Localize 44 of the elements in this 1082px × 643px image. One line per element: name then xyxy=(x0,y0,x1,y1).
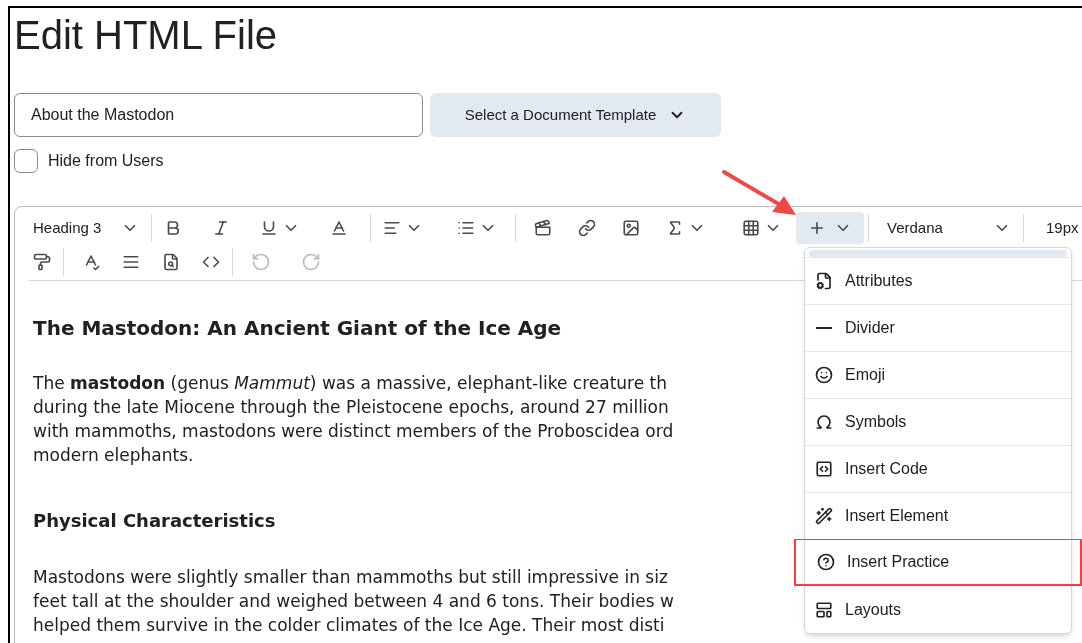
menu-item[interactable]: Symbols xyxy=(805,398,1071,445)
link-icon xyxy=(578,219,596,237)
menu-item[interactable]: Insert Practice xyxy=(794,539,1082,586)
file-search-icon xyxy=(162,253,180,271)
image-icon xyxy=(622,219,640,237)
question-icon xyxy=(817,553,835,571)
smiley-icon xyxy=(815,366,833,384)
align-left-icon xyxy=(383,219,401,237)
list-icon xyxy=(457,219,475,237)
table-icon xyxy=(742,219,760,237)
font-select[interactable]: Verdana xyxy=(879,212,1019,244)
code-icon xyxy=(815,460,833,478)
lines-icon xyxy=(122,253,140,271)
size-select[interactable]: 19px xyxy=(1038,212,1082,244)
layout-icon xyxy=(815,601,833,619)
wand-icon xyxy=(815,507,833,525)
underline-icon xyxy=(260,219,278,237)
menu-item[interactable]: Divider xyxy=(805,304,1071,351)
insert-button[interactable] xyxy=(796,212,864,244)
menu-item[interactable]: Layouts xyxy=(805,586,1071,633)
text-style-icon xyxy=(330,219,348,237)
title-field[interactable]: About the Mastodon xyxy=(14,93,423,137)
content-paragraph: The mastodon (genus Mammut) was a massive, elephant-like creature th during the late Miocene through the Pleistocene epochs, around 27 million with mammoths, mastodons were distinct members of the Proboscidea ord modern elephants. xyxy=(33,372,674,467)
media-icon xyxy=(534,219,552,237)
line-icon xyxy=(816,327,832,329)
menu-item[interactable]: Attributes xyxy=(805,257,1071,304)
checkbox-label: Hide from Users xyxy=(48,151,164,171)
page-title: Edit HTML File xyxy=(14,12,278,59)
omega-icon xyxy=(815,413,833,431)
redo-icon xyxy=(301,252,321,272)
menu-item[interactable]: Emoji xyxy=(805,351,1071,398)
template-button[interactable]: Select a Document Template xyxy=(430,93,721,137)
italic-icon xyxy=(212,219,230,237)
menu-item[interactable]: Insert Code xyxy=(805,445,1071,492)
file-gear-icon xyxy=(815,272,833,290)
menu-item[interactable]: Insert Element xyxy=(805,492,1071,539)
plus-icon xyxy=(808,219,826,237)
content-paragraph: Mastodons were slightly smaller than mammoths but still impressive in siz feet tall at the shoulder and weighed between 4 and 6 tons. Their bodies w helped them survive in the colder climates of the Ice Age. Their most disti xyxy=(33,566,674,637)
undo-icon xyxy=(251,252,271,272)
content-subheading: Physical Characteristics xyxy=(33,509,276,533)
paint-roller-icon xyxy=(33,253,51,271)
checkbox[interactable] xyxy=(14,149,38,173)
content-heading: The Mastodon: An Ancient Giant of the Ice Age xyxy=(33,315,562,342)
format-select[interactable]: Heading 3 xyxy=(25,212,147,244)
